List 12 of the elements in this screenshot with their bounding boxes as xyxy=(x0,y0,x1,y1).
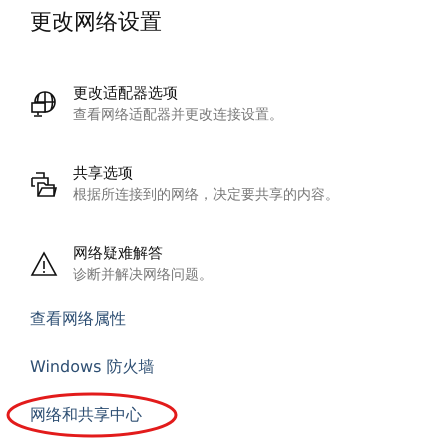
printer-folder-icon xyxy=(30,170,58,198)
option-description: 查看网络适配器并更改连接设置。 xyxy=(73,106,283,124)
settings-link[interactable]: 查看网络属性 xyxy=(30,308,126,329)
settings-link[interactable]: Windows 防火墙 xyxy=(30,356,155,377)
page-title: 更改网络设置 xyxy=(30,9,163,37)
option-link[interactable]: 网络疑难解答 xyxy=(73,244,213,263)
option-link[interactable]: 更改适配器选项 xyxy=(73,84,283,103)
globe-monitor-icon xyxy=(30,90,58,118)
option-description: 根据所连接到的网络，决定要共享的内容。 xyxy=(73,186,339,204)
warning-icon xyxy=(30,250,58,278)
option-link[interactable]: 共享选项 xyxy=(73,164,339,183)
option-description: 诊断并解决网络问题。 xyxy=(73,266,213,284)
